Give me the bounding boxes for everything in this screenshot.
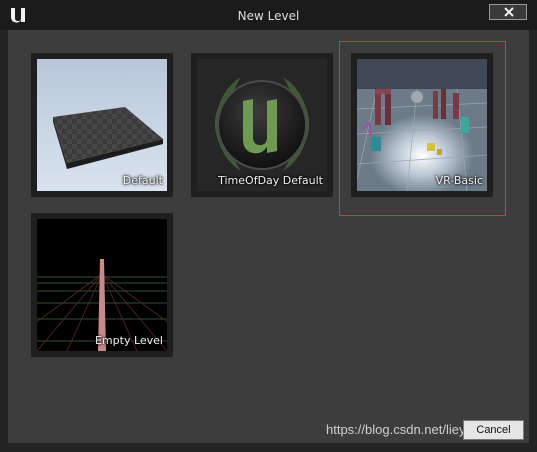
template-empty-level-thumbnail bbox=[37, 219, 167, 351]
template-timeofday-thumbnail bbox=[197, 59, 327, 191]
dialog-title: New Level bbox=[237, 9, 300, 23]
cancel-button[interactable]: Cancel bbox=[463, 420, 524, 440]
close-icon bbox=[504, 7, 514, 17]
template-grid: Default TimeOfDay Default VR-Basic Empty… bbox=[8, 30, 529, 443]
template-label: Default bbox=[122, 174, 163, 187]
template-default-thumbnail bbox=[37, 59, 167, 191]
template-label: Empty Level bbox=[94, 334, 163, 347]
template-vr-basic-thumbnail bbox=[357, 59, 487, 191]
title-bar: New Level bbox=[0, 0, 537, 30]
template-label: VR-Basic bbox=[435, 174, 483, 187]
template-default[interactable]: Default bbox=[31, 53, 173, 197]
template-empty-level[interactable]: Empty Level bbox=[31, 213, 173, 357]
template-label: TimeOfDay Default bbox=[218, 174, 323, 187]
new-level-dialog: New Level Default TimeOfDay Default VR-B… bbox=[0, 0, 537, 452]
template-timeofday-default[interactable]: TimeOfDay Default bbox=[191, 53, 333, 197]
close-button[interactable] bbox=[489, 4, 527, 20]
template-vr-basic[interactable]: VR-Basic bbox=[351, 53, 493, 197]
